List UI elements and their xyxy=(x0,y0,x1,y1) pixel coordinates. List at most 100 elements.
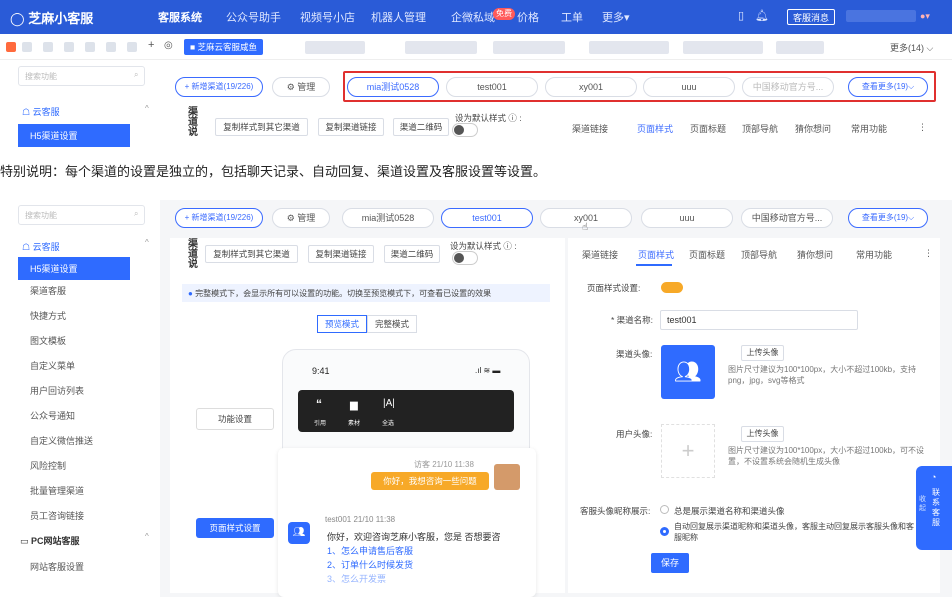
function-settings-tag[interactable]: 功能设置 xyxy=(196,408,274,430)
tab-page-title[interactable]: 页面标题 xyxy=(689,248,725,261)
search-input[interactable]: 搜索功能 xyxy=(18,205,145,225)
copy-style-button[interactable]: 复制样式到其它渠道 xyxy=(205,245,298,263)
faq-item[interactable]: 3、怎么开发票 xyxy=(327,572,386,585)
radio-option-1[interactable] xyxy=(660,505,669,514)
channel-chip[interactable]: mia测试0528 xyxy=(342,208,434,228)
scissor-icon[interactable] xyxy=(106,42,116,52)
sidebar-item[interactable]: 自定义微信推送 xyxy=(30,434,93,447)
sidebar-item[interactable]: 批量管理渠道 xyxy=(30,484,84,497)
brand-logo[interactable]: ◯ 芝麻小客服 xyxy=(10,8,93,27)
page-style-settings-tag[interactable]: 页面样式设置 xyxy=(196,518,274,538)
collapse-label[interactable]: 收起 xyxy=(919,495,929,513)
nav-shipinhao[interactable]: 视频号小店 xyxy=(300,9,355,25)
channel-avatar-image[interactable]: 👥︎ xyxy=(661,345,715,399)
customer-message-button[interactable]: 客服消息 xyxy=(787,9,836,25)
chevron-up-icon[interactable]: ^ xyxy=(145,532,149,541)
tab[interactable] xyxy=(776,41,824,54)
default-style-toggle[interactable] xyxy=(452,251,478,265)
emoji-icon[interactable] xyxy=(43,42,53,52)
sidebar-item[interactable]: 快捷方式 xyxy=(30,309,66,322)
group-yunkefu[interactable]: ☖ 云客服 xyxy=(22,240,60,253)
app-icon[interactable] xyxy=(6,42,16,52)
tab-active[interactable]: ■ 芝麻云客服咸鱼 xyxy=(184,39,264,55)
nav-qiwei[interactable]: 企微私域免费 价格 xyxy=(451,8,539,25)
tab-page-style[interactable]: 页面样式 xyxy=(638,248,674,261)
faq-item[interactable]: 1、怎么申请售后客服 xyxy=(327,544,413,557)
sidebar-item[interactable]: 自定义菜单 xyxy=(30,359,75,372)
tab-channel-link[interactable]: 渠道链接 xyxy=(582,248,618,261)
add-tab-icon[interactable]: + xyxy=(148,39,154,51)
upload-avatar-button[interactable]: 上传头像 xyxy=(741,345,784,361)
tab[interactable] xyxy=(589,41,669,54)
nav-gongzhonghao[interactable]: 公众号助手 xyxy=(226,9,281,25)
search-input[interactable]: 搜索功能 xyxy=(18,66,145,86)
manage-button[interactable]: ⚙ 管理 xyxy=(272,77,330,97)
more-options-icon[interactable]: ⋮ xyxy=(918,122,927,133)
chevron-up-icon[interactable]: ^ xyxy=(145,238,149,247)
default-style-toggle[interactable] xyxy=(452,123,478,137)
radio-option-2[interactable] xyxy=(660,527,669,536)
channel-chip[interactable]: test001 xyxy=(441,208,533,228)
sidebar-item[interactable]: 用户回访列表 xyxy=(30,384,84,397)
tab-faq[interactable]: 猜你想问 xyxy=(795,122,831,135)
tab-faq[interactable]: 猜你想问 xyxy=(797,248,833,261)
channel-chip[interactable]: uuu xyxy=(641,208,733,228)
material-icon[interactable]: ▆ xyxy=(350,400,358,411)
user-account[interactable] xyxy=(846,10,916,22)
tab-channel-link[interactable]: 渠道链接 xyxy=(572,122,608,135)
manage-button[interactable]: ⚙ 管理 xyxy=(272,208,330,228)
tab-top-nav[interactable]: 顶部导航 xyxy=(742,122,778,135)
phone-icon[interactable]: ▯ xyxy=(738,9,744,22)
chevron-up-icon[interactable]: ^ xyxy=(145,104,149,113)
upload-avatar-button[interactable]: 上传头像 xyxy=(741,426,784,442)
tab-page-title[interactable]: 页面标题 xyxy=(690,122,726,135)
save-button[interactable]: 保存 xyxy=(651,553,689,573)
nav-more[interactable]: 更多▾ xyxy=(602,9,630,25)
group-pc[interactable]: ▭ PC网站客服 xyxy=(20,534,80,547)
tab[interactable] xyxy=(683,41,763,54)
sidebar-item[interactable]: 网站客服设置 xyxy=(30,560,84,573)
add-channel-button[interactable]: + 新增渠道(19/226) xyxy=(175,77,263,97)
sidebar-item[interactable]: 公众号通知 xyxy=(30,409,75,422)
copy-link-button[interactable]: 复制渠道链接 xyxy=(308,245,374,263)
tab[interactable] xyxy=(493,41,565,54)
tab[interactable] xyxy=(305,41,365,54)
select-all-icon[interactable]: |A| xyxy=(383,398,395,409)
sidebar-item-h5[interactable]: H5渠道设置 xyxy=(18,257,130,280)
chat-icon[interactable] xyxy=(22,42,32,52)
full-mode-button[interactable]: 完整模式 xyxy=(367,315,417,333)
qrcode-button[interactable]: 渠道二维码 xyxy=(384,245,440,263)
channel-name-input[interactable]: test001 xyxy=(660,310,858,330)
sidebar-item[interactable]: 渠道客服 xyxy=(30,284,66,297)
copy-link-button[interactable]: 复制渠道链接 xyxy=(318,118,384,136)
link-icon[interactable] xyxy=(64,42,74,52)
user-avatar-upload[interactable]: + xyxy=(661,424,715,478)
nav-kefu[interactable]: 客服系统 xyxy=(158,9,202,25)
tab[interactable] xyxy=(405,41,477,54)
tab-top-nav[interactable]: 顶部导航 xyxy=(741,248,777,261)
sidebar-item[interactable]: 员工咨询链接 xyxy=(30,509,84,522)
qrcode-button[interactable]: 渠道二维码 xyxy=(393,118,449,136)
nav-robot[interactable]: 机器人管理 xyxy=(371,9,426,25)
more-options-icon[interactable]: ⋮ xyxy=(924,248,933,259)
user-icon[interactable] xyxy=(85,42,95,52)
faq-item[interactable]: 2、订单什么时候发货 xyxy=(327,558,413,571)
add-channel-button[interactable]: + 新增渠道(19/226) xyxy=(175,208,263,228)
preview-mode-button[interactable]: 预览模式 xyxy=(317,315,367,333)
group-yunkefu[interactable]: ☖ 云客服 xyxy=(22,105,60,118)
more-channels-button[interactable]: 查看更多(19)⌵ xyxy=(848,208,928,228)
quote-icon[interactable]: “ xyxy=(316,397,322,411)
channel-chip[interactable]: 中国移动官方号... xyxy=(741,208,833,228)
refresh-icon[interactable]: ◎ xyxy=(164,40,173,51)
sidebar-item-h5[interactable]: H5渠道设置 xyxy=(18,124,130,147)
tab-common-functions[interactable]: 常用功能 xyxy=(856,248,892,261)
tab-common-functions[interactable]: 常用功能 xyxy=(851,122,887,135)
sidebar-item[interactable]: 风险控制 xyxy=(30,459,66,472)
copy-style-button[interactable]: 复制样式到其它渠道 xyxy=(215,118,308,136)
nav-workorder[interactable]: 工单 xyxy=(561,9,583,25)
settings-icon[interactable] xyxy=(127,42,137,52)
sidebar-item[interactable]: 图文模板 xyxy=(30,334,66,347)
tab-page-style[interactable]: 页面样式 xyxy=(637,122,673,135)
more-tabs[interactable]: 更多(14) ⌵ xyxy=(890,41,933,54)
bell-icon[interactable]: 🔔︎ xyxy=(755,9,769,22)
